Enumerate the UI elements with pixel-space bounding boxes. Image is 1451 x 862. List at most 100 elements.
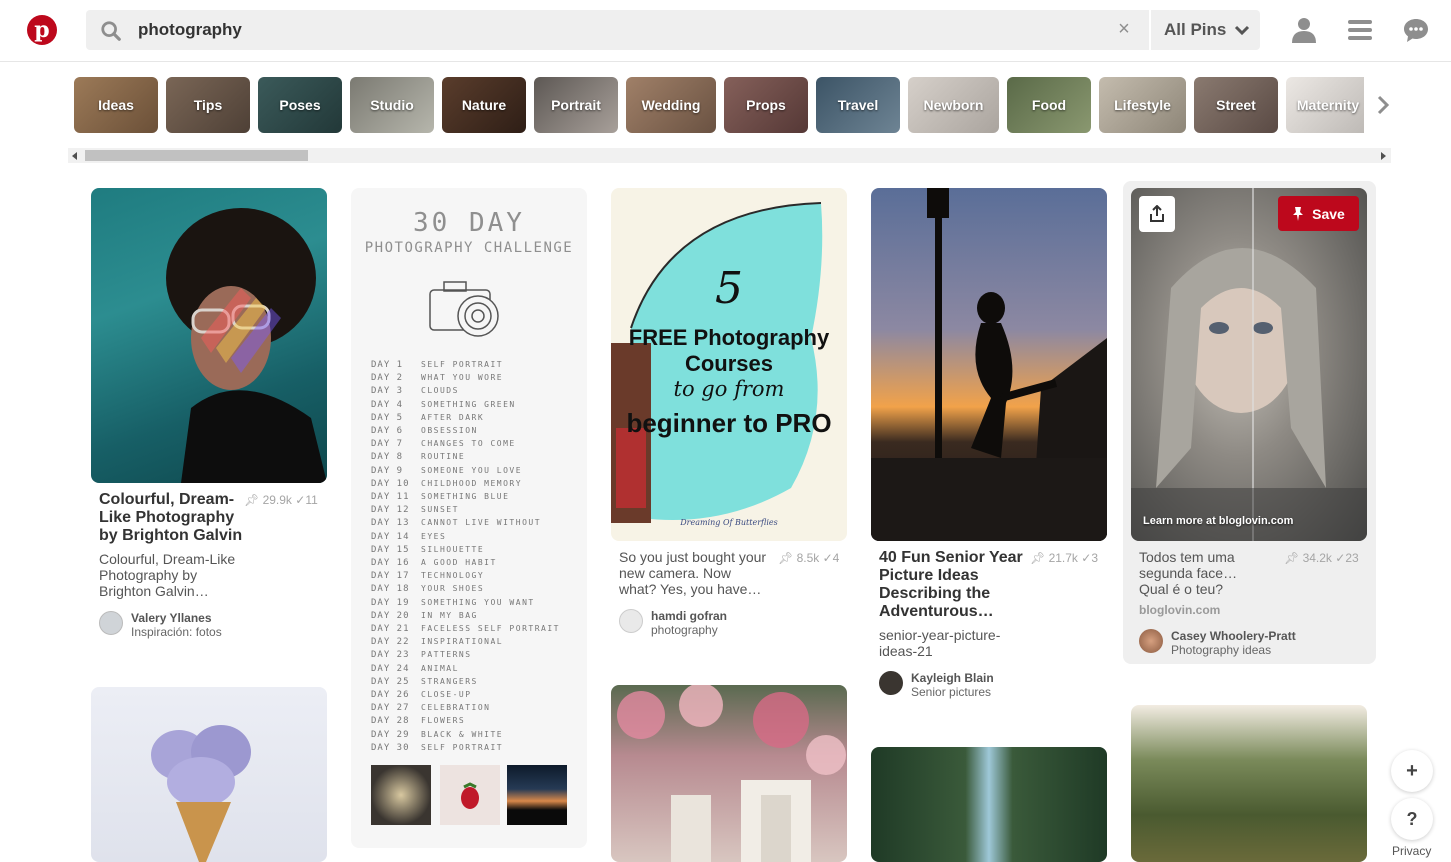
pin-source[interactable]: bloglovin.com <box>1139 603 1220 617</box>
help-button[interactable]: ? <box>1391 798 1433 840</box>
challenge-day-theme: SUNSET <box>421 505 459 515</box>
scroll-right-arrow-icon[interactable] <box>1381 152 1386 160</box>
save-button[interactable]: Save <box>1278 196 1359 231</box>
challenge-day-row: DAY 17 TECHNOLOGY <box>371 571 484 581</box>
clear-icon[interactable]: × <box>1114 19 1134 39</box>
challenge-day-theme: ROUTINE <box>421 452 466 462</box>
challenge-day-theme: STRANGERS <box>421 676 478 686</box>
challenge-day-row: DAY 28 FLOWERS <box>371 716 465 726</box>
share-icon <box>1150 205 1164 222</box>
search-input[interactable]: photography <box>138 20 242 40</box>
menu-icon[interactable] <box>1347 17 1373 43</box>
challenge-day-number: DAY 24 <box>371 663 410 674</box>
chevron-right-icon[interactable] <box>1374 94 1392 116</box>
challenge-day-row: DAY 12 SUNSET <box>371 505 459 515</box>
category-chip-street[interactable]: Street <box>1194 77 1278 133</box>
category-chip-maternity[interactable]: Maternity <box>1286 77 1364 133</box>
search-icon <box>101 21 121 41</box>
user-name[interactable]: Casey Whoolery-Pratt <box>1171 629 1296 643</box>
category-chip-wedding[interactable]: Wedding <box>626 77 716 133</box>
challenge-day-number: DAY 3 <box>371 386 404 397</box>
challenge-day-theme: SOMETHING BLUE <box>421 492 510 501</box>
challenge-day-number: DAY 12 <box>371 505 410 516</box>
flower-house-illustration <box>617 685 846 862</box>
pin-description[interactable]: Todos tem uma segunda face… Qual é o teu… <box>1139 549 1269 597</box>
category-chip-portrait[interactable]: Portrait <box>534 77 618 133</box>
pin-image[interactable] <box>871 747 1107 862</box>
challenge-day-number: DAY 21 <box>371 624 410 634</box>
flower-cone-illustration <box>151 725 251 862</box>
pin-image-challenge[interactable]: 30 DAY PHOTOGRAPHY CHALLENGE DAY 1 SELF P… <box>351 188 587 848</box>
category-chip-props[interactable]: Props <box>724 77 808 133</box>
scroll-left-arrow-icon[interactable] <box>72 152 77 160</box>
pin-title[interactable]: Colourful, Dream-Like Photography by Bri… <box>99 491 249 545</box>
profile-icon[interactable] <box>1291 17 1317 43</box>
challenge-subtitle: PHOTOGRAPHY CHALLENGE <box>364 240 574 256</box>
category-chip-food[interactable]: Food <box>1007 77 1091 133</box>
pin-user[interactable]: Kayleigh Blain Senior pictures <box>879 671 994 699</box>
pin-image[interactable]: 5 FREE Photography Courses to go from be… <box>611 188 847 541</box>
scope-dropdown[interactable]: All Pins <box>1149 10 1260 50</box>
category-chip-lifestyle[interactable]: Lifestyle <box>1099 77 1186 133</box>
challenge-day-number: DAY 9 <box>371 465 404 476</box>
pin-description: Colourful, Dream-Like Photography by Bri… <box>99 551 236 599</box>
promo-number: 5 <box>715 263 743 314</box>
category-chip-ideas[interactable]: Ideas <box>74 77 158 133</box>
check-icon: ✓ <box>1081 551 1092 565</box>
check-icon: ✓ <box>295 493 306 507</box>
board-name[interactable]: Photography ideas <box>1171 643 1296 657</box>
challenge-day-theme: CLOUDS <box>421 386 459 396</box>
messages-icon[interactable] <box>1403 17 1429 43</box>
category-chip-newborn[interactable]: Newborn <box>908 77 999 133</box>
challenge-day-row: DAY 26 CLOSE-UP <box>371 690 472 700</box>
add-button[interactable]: + <box>1391 750 1433 792</box>
challenge-day-row: DAY 10 CHILDHOOD MEMORY <box>371 479 522 489</box>
challenge-day-row: DAY 24 ANIMAL <box>371 664 459 674</box>
challenge-day-number: DAY 14 <box>371 531 410 542</box>
user-name[interactable]: Kayleigh Blain <box>911 671 994 685</box>
challenge-day-row: DAY 19 SOMETHING YOU WANT <box>371 598 535 608</box>
challenge-day-row: DAY 29 BLACK & WHITE <box>371 730 503 740</box>
pin-title[interactable]: 40 Fun Senior Year Picture Ideas Describ… <box>879 549 1029 621</box>
horizontal-scrollbar[interactable] <box>68 148 1391 163</box>
pin-count-icon: 📌︎ <box>244 493 260 507</box>
pin-image[interactable] <box>611 685 847 862</box>
challenge-day-row: DAY 25 STRANGERS <box>371 677 478 687</box>
search-bar[interactable]: photography × All Pins <box>86 10 1260 50</box>
challenge-day-theme: SOMETHING YOU WANT <box>421 597 535 607</box>
scrollbar-thumb[interactable] <box>85 150 308 161</box>
challenge-day-theme: YOUR SHOES <box>421 584 485 594</box>
pin-image[interactable] <box>1131 188 1367 541</box>
challenge-day-number: DAY 1 <box>371 360 404 370</box>
board-name[interactable]: Senior pictures <box>911 685 994 699</box>
privacy-link[interactable]: Privacy <box>1392 844 1431 858</box>
pin-user[interactable]: Casey Whoolery-Pratt Photography ideas <box>1139 629 1296 657</box>
pin-image[interactable] <box>871 188 1107 541</box>
challenge-day-number: DAY 17 <box>371 571 410 582</box>
pinterest-logo-icon[interactable]: p <box>27 15 57 45</box>
user-name[interactable]: Valery Yllanes <box>131 611 222 625</box>
scope-label: All Pins <box>1164 20 1227 39</box>
learn-more-link[interactable]: Learn more at bloglovin.com <box>1143 515 1293 527</box>
category-chip-nature[interactable]: Nature <box>442 77 526 133</box>
board-name[interactable]: photography <box>651 623 727 637</box>
user-name[interactable]: hamdi gofran <box>651 609 727 623</box>
share-button[interactable] <box>1139 196 1175 232</box>
pin-image[interactable] <box>91 188 327 483</box>
pin-user[interactable]: Valery Yllanes Inspiración: fotos <box>99 611 222 639</box>
challenge-thumb-chandelier <box>371 765 431 825</box>
pin-description[interactable]: So you just bought your new camera. Now … <box>619 549 769 597</box>
category-chip-studio[interactable]: Studio <box>350 77 434 133</box>
category-chip-travel[interactable]: Travel <box>816 77 900 133</box>
board-name[interactable]: Inspiración: fotos <box>131 625 222 639</box>
promo-line-4: beginner to PRO <box>626 408 832 438</box>
pin-image[interactable] <box>91 687 327 862</box>
category-chip-tips[interactable]: Tips <box>166 77 250 133</box>
challenge-day-number: DAY 30 <box>371 742 410 753</box>
pin-image[interactable] <box>1131 705 1367 862</box>
category-chip-poses[interactable]: Poses <box>258 77 342 133</box>
challenge-day-theme: IN MY BAG <box>421 610 478 620</box>
pin-user[interactable]: hamdi gofran photography <box>619 609 727 637</box>
challenge-day-theme: SOMETHING GREEN <box>421 399 516 409</box>
portrait-illustration <box>1131 188 1367 541</box>
